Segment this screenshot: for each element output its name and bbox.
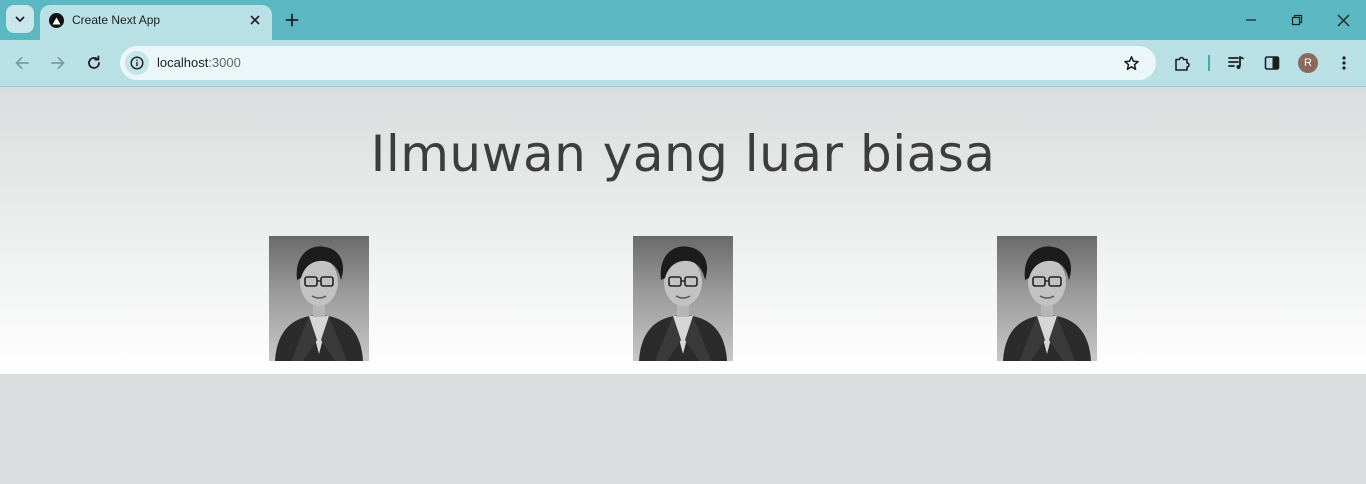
tab-strip: Create Next App <box>0 0 1366 40</box>
puzzle-icon <box>1175 56 1190 71</box>
scientist-photo <box>269 236 369 361</box>
minimize-icon <box>1246 19 1256 21</box>
tab-search-button[interactable] <box>6 5 34 33</box>
tab-close-button[interactable] <box>246 11 264 29</box>
scientist-photo <box>633 236 733 361</box>
more-vertical-icon <box>1342 56 1346 70</box>
close-icon <box>1337 14 1349 26</box>
site-info-button[interactable] <box>125 51 149 75</box>
new-tab-button[interactable] <box>282 10 302 30</box>
plus-icon <box>285 13 299 27</box>
back-button[interactable] <box>11 52 33 74</box>
close-window-button[interactable] <box>1333 10 1353 30</box>
page-title: Ilmuwan yang luar biasa <box>370 125 996 183</box>
close-icon <box>250 15 260 25</box>
info-icon <box>130 56 144 70</box>
media-controls-button[interactable] <box>1225 52 1247 74</box>
url-text: localhost:3000 <box>157 55 241 70</box>
tab-active[interactable]: Create Next App <box>40 5 272 40</box>
browser-menu-button[interactable] <box>1333 52 1355 74</box>
reload-button[interactable] <box>83 52 105 74</box>
star-icon <box>1123 55 1139 70</box>
side-panel-icon <box>1264 56 1280 70</box>
extensions-button[interactable] <box>1171 52 1193 74</box>
toolbar-divider <box>1208 55 1210 71</box>
page-viewport: Ilmuwan yang luar biasa <box>0 87 1366 484</box>
address-bar[interactable]: localhost:3000 <box>120 46 1156 80</box>
forward-button[interactable] <box>47 52 69 74</box>
page-body: Ilmuwan yang luar biasa <box>0 87 1366 374</box>
chevron-down-icon <box>15 16 25 22</box>
restore-button[interactable] <box>1287 10 1307 30</box>
arrow-left-icon <box>15 57 29 69</box>
browser-toolbar: localhost:3000 R <box>0 40 1366 87</box>
reload-icon <box>88 55 100 69</box>
scientist-photo <box>997 236 1097 361</box>
url-host: localhost <box>157 55 209 70</box>
arrow-right-icon <box>51 57 65 69</box>
bookmark-button[interactable] <box>1121 53 1141 73</box>
profile-avatar[interactable]: R <box>1298 53 1318 73</box>
restore-icon <box>1291 14 1303 26</box>
side-panel-button[interactable] <box>1261 52 1283 74</box>
playlist-icon <box>1228 56 1244 69</box>
minimize-button[interactable] <box>1241 10 1261 30</box>
nextjs-favicon-icon <box>49 13 64 28</box>
url-port: :3000 <box>208 55 241 70</box>
tab-title: Create Next App <box>72 13 161 27</box>
